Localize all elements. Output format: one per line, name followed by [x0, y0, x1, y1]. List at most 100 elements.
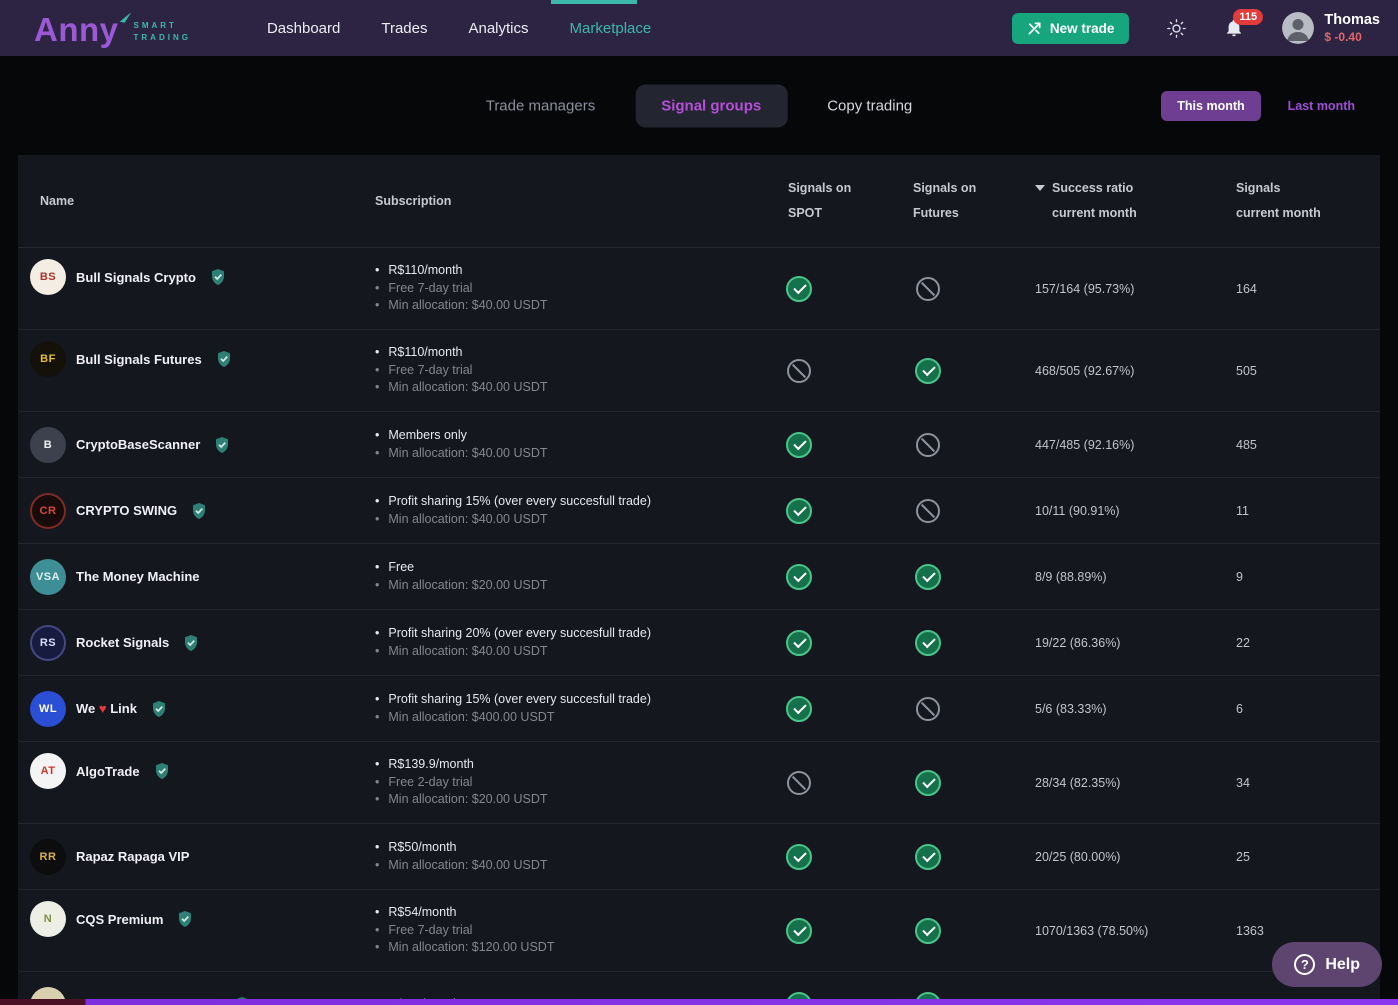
group-avatar: VSA: [30, 559, 66, 595]
group-name: Rapaz Rapaga VIP: [76, 849, 189, 864]
subscription-list: R$110/monthFree 7-day trialMin allocatio…: [375, 344, 725, 397]
new-trade-button[interactable]: New trade: [1012, 13, 1130, 44]
subscription-line: R$139.9/month: [375, 756, 725, 774]
brand-name: Anny: [34, 13, 119, 46]
subscription-line: Members only: [375, 427, 725, 445]
column-header-signals-on-spot: Signals on SPOT: [725, 176, 873, 226]
theme-toggle-button[interactable]: [1167, 19, 1186, 38]
table-row[interactable]: CR CRYPTO SWING Profit sharing 15% (over…: [18, 478, 1380, 544]
group-avatar: RS: [30, 625, 66, 661]
subscription-line: Min allocation: $20.00 USDT: [375, 577, 725, 595]
signal-groups-table: Name Subscription Signals on SPOT Signal…: [18, 155, 1380, 1005]
column-header-success-ratio[interactable]: Success ratio current month: [983, 176, 1223, 226]
subscription-list: FreeMin allocation: $20.00 USDT: [375, 559, 725, 594]
nav-item-dashboard[interactable]: Dashboard: [267, 20, 340, 37]
subscription-line: Min allocation: $40.00 USDT: [375, 445, 725, 463]
subscription-line: Min allocation: $40.00 USDT: [375, 857, 725, 875]
spot-check-icon: [786, 696, 812, 722]
futures-check-icon: [915, 918, 941, 944]
spot-ban-icon: [787, 359, 811, 383]
subscription-line: Free 7-day trial: [375, 922, 725, 940]
subscription-list: Profit sharing 15% (over every succesful…: [375, 691, 725, 726]
subscription-list: Profit sharing 20% (over every succesful…: [375, 625, 725, 660]
table-row[interactable]: RS Rocket Signals Profit sharing 20% (ov…: [18, 610, 1380, 676]
signals-count: 25: [1223, 850, 1368, 864]
last-month-link[interactable]: Last month: [1288, 99, 1355, 113]
nav-item-marketplace[interactable]: Marketplace: [570, 20, 652, 37]
subscription-line: Min allocation: $40.00 USDT: [375, 379, 725, 397]
nav-item-analytics[interactable]: Analytics: [468, 20, 528, 37]
table-row[interactable]: N CQS Premium R$54/monthFree 7-day trial…: [18, 890, 1380, 972]
group-name: Rocket Signals: [76, 635, 169, 650]
subscription-line: Profit sharing 15% (over every succesful…: [375, 691, 725, 709]
subscription-line: R$54/month: [375, 904, 725, 922]
futures-ban-icon: [916, 433, 940, 457]
futures-check-icon: [915, 358, 941, 384]
subscription-line: R$110/month: [375, 344, 725, 362]
subscription-line: Profit sharing 20% (over every succesful…: [375, 625, 725, 643]
subscription-line: Profit sharing 15% (over every succesful…: [375, 493, 725, 511]
crossed-arrows-icon: [1027, 21, 1042, 36]
spot-check-icon: [786, 276, 812, 302]
table-row[interactable]: RR Rapaz Rapaga VIP R$50/monthMin alloca…: [18, 824, 1380, 890]
table-header-row: Name Subscription Signals on SPOT Signal…: [18, 155, 1380, 248]
help-button[interactable]: ? Help: [1272, 942, 1382, 987]
signals-count: 9: [1223, 570, 1368, 584]
nav-item-trades[interactable]: Trades: [381, 20, 427, 37]
table-row[interactable]: VSA The Money Machine FreeMin allocation…: [18, 544, 1380, 610]
subscription-line: Min allocation: $40.00 USDT: [375, 643, 725, 661]
this-month-button[interactable]: This month: [1161, 91, 1260, 121]
futures-ban-icon: [916, 277, 940, 301]
success-ratio: 468/505 (92.67%): [983, 364, 1223, 378]
subscription-line: Min allocation: $120.00 USDT: [375, 939, 725, 957]
tab-signal-groups[interactable]: Signal groups: [635, 84, 787, 127]
group-name: We ♥ Link: [76, 701, 137, 716]
table-row[interactable]: AT AlgoTrade R$139.9/monthFree 2-day tri…: [18, 742, 1380, 824]
table-row[interactable]: BF Bull Signals Futures R$110/monthFree …: [18, 330, 1380, 412]
spot-check-icon: [786, 630, 812, 656]
group-name: Bull Signals Crypto: [76, 270, 196, 285]
futures-ban-icon: [916, 697, 940, 721]
subscription-list: R$139.9/monthFree 2-day trialMin allocat…: [375, 756, 725, 809]
spot-check-icon: [786, 844, 812, 870]
group-name: CryptoBaseScanner: [76, 437, 200, 452]
verified-badge-icon: [182, 634, 200, 652]
table-row[interactable]: BS Bull Signals Crypto R$110/monthFree 7…: [18, 248, 1380, 330]
verified-badge-icon: [153, 762, 171, 780]
user-menu[interactable]: Thomas $ -0.40: [1282, 12, 1380, 44]
subscription-list: R$54/monthFree 7-day trialMin allocation…: [375, 904, 725, 957]
group-name: AlgoTrade: [76, 764, 140, 779]
signals-count: 505: [1223, 364, 1368, 378]
table-body: BS Bull Signals Crypto R$110/monthFree 7…: [18, 248, 1380, 1005]
user-avatar: [1282, 12, 1314, 44]
main-nav: Dashboard Trades Analytics Marketplace: [267, 20, 651, 37]
verified-badge-icon: [213, 436, 231, 454]
success-ratio: 447/485 (92.16%): [983, 438, 1223, 452]
success-ratio: 157/164 (95.73%): [983, 282, 1223, 296]
spot-check-icon: [786, 432, 812, 458]
success-ratio: 5/6 (83.33%): [983, 702, 1223, 716]
success-ratio: 8/9 (88.89%): [983, 570, 1223, 584]
group-name: Bull Signals Futures: [76, 352, 202, 367]
notifications-button[interactable]: 115: [1224, 18, 1244, 38]
tab-copy-trading[interactable]: Copy trading: [805, 84, 934, 127]
column-header-signals-on-futures: Signals on Futures: [873, 176, 983, 226]
futures-check-icon: [915, 770, 941, 796]
table-row[interactable]: WL We ♥ Link Profit sharing 15% (over ev…: [18, 676, 1380, 742]
signals-count: 1363: [1223, 924, 1368, 938]
bottom-progress-strip: [0, 999, 1398, 1005]
table-row[interactable]: B CryptoBaseScanner Members onlyMin allo…: [18, 412, 1380, 478]
brand-logo[interactable]: Anny SMART TRADING: [34, 11, 191, 46]
signals-count: 34: [1223, 776, 1368, 790]
subscription-line: Free: [375, 559, 725, 577]
brand-spark-icon: [119, 10, 131, 24]
signals-count: 164: [1223, 282, 1368, 296]
verified-badge-icon: [190, 502, 208, 520]
tab-trade-managers[interactable]: Trade managers: [464, 84, 618, 127]
subscription-line: Min allocation: $40.00 USDT: [375, 511, 725, 529]
futures-ban-icon: [916, 499, 940, 523]
group-avatar: B: [30, 427, 66, 463]
subscription-line: Free 7-day trial: [375, 280, 725, 298]
group-avatar: BS: [30, 259, 66, 295]
signals-count: 11: [1223, 504, 1368, 518]
